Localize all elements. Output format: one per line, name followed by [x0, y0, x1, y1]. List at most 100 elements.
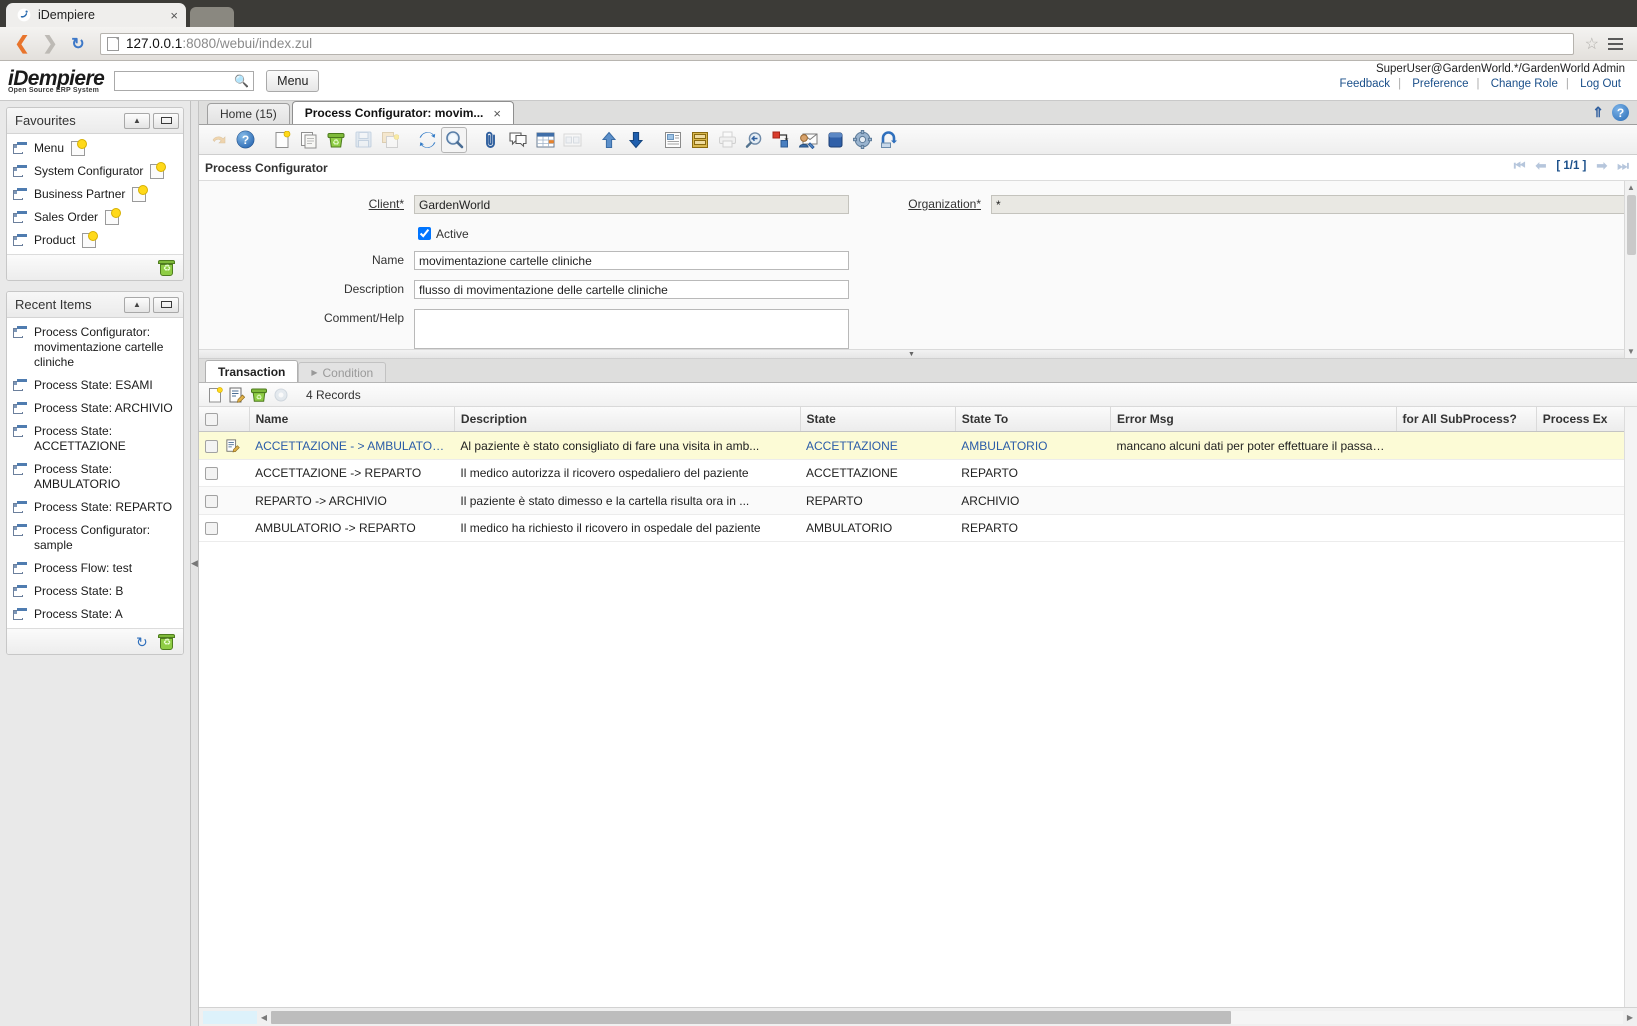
export-icon[interactable] — [768, 127, 794, 153]
exit-icon[interactable] — [876, 127, 902, 153]
copy-icon[interactable] — [377, 127, 403, 153]
new-record-icon[interactable] — [269, 127, 295, 153]
recent-items-collapse-button[interactable]: ▲ — [124, 296, 150, 313]
attachment-icon[interactable] — [478, 127, 504, 153]
recent-item[interactable]: Process State: A — [11, 603, 179, 626]
help-icon[interactable]: ? — [1612, 104, 1629, 121]
recent-item[interactable]: Process State: ESAMI — [11, 374, 179, 397]
select-all-checkbox[interactable] — [205, 413, 218, 427]
archive-icon[interactable] — [687, 127, 713, 153]
grid-vertical-scrollbar[interactable] — [1624, 407, 1637, 1007]
description-input[interactable] — [414, 280, 849, 299]
copy-record-icon[interactable] — [296, 127, 322, 153]
favourite-item-system-configurator[interactable]: System Configurator — [11, 160, 179, 183]
delete-icon[interactable] — [158, 633, 175, 650]
preference-link[interactable]: Preference — [1404, 78, 1476, 90]
recent-item[interactable]: Process State: ACCETTAZIONE — [11, 420, 179, 458]
row-checkbox[interactable] — [205, 494, 218, 508]
reload-icon[interactable]: ↻ — [66, 32, 90, 56]
report-icon[interactable] — [660, 127, 686, 153]
grid-customize-icon[interactable] — [272, 386, 290, 404]
scroll-thumb[interactable] — [1626, 195, 1636, 255]
row-checkbox[interactable] — [205, 467, 218, 481]
help-toolbar-icon[interactable]: ? — [232, 127, 258, 153]
recent-item[interactable]: Process Configurator: sample — [11, 519, 179, 557]
tab-transaction[interactable]: Transaction — [205, 360, 299, 382]
detail-record-icon[interactable] — [623, 127, 649, 153]
window-tab-close-icon[interactable]: × — [493, 106, 501, 121]
table-row[interactable]: ACCETTAZIONE - > AMBULATORIO Al paziente… — [199, 431, 1637, 461]
table-row[interactable]: ACCETTAZIONE -> REPARTO Il medico autori… — [199, 459, 1637, 488]
undo-icon[interactable] — [205, 127, 231, 153]
row-select-cell[interactable] — [199, 431, 250, 461]
chat-note-icon[interactable] — [505, 127, 531, 153]
note-icon[interactable] — [82, 231, 99, 248]
favourite-item-menu[interactable]: Menu — [11, 137, 179, 160]
delete-record-icon[interactable]: ♻ — [323, 127, 349, 153]
find-icon[interactable] — [441, 126, 467, 153]
first-record-icon[interactable]: ⏮ — [1514, 158, 1526, 174]
recent-item[interactable]: Process State: AMBULATORIO — [11, 458, 179, 496]
column-header-state[interactable]: State — [800, 407, 956, 433]
search-icon[interactable]: 🔍 — [234, 74, 249, 88]
active-checkbox[interactable] — [418, 227, 431, 240]
global-search[interactable]: 🔍 — [114, 70, 255, 91]
browser-menu-icon[interactable] — [1604, 37, 1627, 50]
column-header-for-all-subprocess[interactable]: for All SubProcess? — [1396, 407, 1537, 433]
row-checkbox[interactable] — [205, 439, 218, 453]
menu-button[interactable]: Menu — [266, 69, 320, 92]
hscroll-track[interactable] — [271, 1010, 1623, 1024]
sidebar-splitter[interactable]: ◀ — [191, 101, 199, 1026]
grid-toggle-icon[interactable] — [532, 127, 558, 153]
feedback-link[interactable]: Feedback — [1332, 78, 1399, 90]
scroll-down-icon[interactable]: ▼ — [1627, 345, 1635, 358]
forward-icon[interactable]: ❯ — [38, 32, 62, 56]
grid-new-record-icon[interactable] — [206, 386, 224, 404]
table-row[interactable]: AMBULATORIO -> REPARTO Il medico ha rich… — [199, 514, 1637, 543]
form-collapse-handle[interactable]: ▼ — [199, 349, 1624, 358]
archive-record-icon[interactable] — [822, 127, 848, 153]
form-vertical-scrollbar[interactable]: ▲ ▼ — [1624, 181, 1637, 358]
recent-item[interactable]: Process State: B — [11, 580, 179, 603]
table-row[interactable]: REPARTO -> ARCHIVIO Il paziente è stato … — [199, 486, 1637, 515]
parent-record-icon[interactable] — [596, 127, 622, 153]
column-header-error-msg[interactable]: Error Msg — [1110, 407, 1397, 433]
note-icon[interactable] — [105, 208, 122, 225]
browser-tab[interactable]: iDempiere × — [6, 3, 186, 27]
zoom-back-icon[interactable] — [741, 127, 767, 153]
last-record-icon[interactable]: ⏭ — [1617, 158, 1629, 174]
window-tab-home[interactable]: Home (15) — [207, 103, 290, 124]
column-header-state-to[interactable]: State To — [955, 407, 1112, 433]
global-search-input[interactable] — [119, 72, 235, 89]
next-record-icon[interactable]: ➡ — [1596, 158, 1607, 174]
scroll-left-icon[interactable]: ◀ — [257, 1013, 271, 1022]
favourite-item-sales-order[interactable]: Sales Order — [11, 206, 179, 229]
refresh-icon[interactable]: ↻ — [136, 634, 152, 650]
row-select-cell[interactable] — [199, 459, 250, 488]
favourites-maximize-button[interactable] — [153, 112, 179, 129]
recent-items-maximize-button[interactable] — [153, 296, 179, 313]
favourite-item-business-partner[interactable]: Business Partner — [11, 183, 179, 206]
window-tab-process-configurator[interactable]: Process Configurator: movim... × — [291, 101, 514, 124]
scroll-right-icon[interactable]: ▶ — [1623, 1013, 1637, 1022]
grid-edit-record-icon[interactable] — [228, 386, 246, 404]
note-icon[interactable] — [150, 162, 167, 179]
browser-tab-close-icon[interactable]: × — [164, 8, 178, 23]
client-input[interactable] — [414, 195, 849, 214]
row-select-cell[interactable] — [199, 514, 250, 543]
column-header-name[interactable]: Name — [249, 407, 455, 433]
grid-delete-record-icon[interactable]: ♻ — [250, 386, 268, 404]
recent-item[interactable]: Process State: REPARTO — [11, 496, 179, 519]
recent-item[interactable]: Process Configurator: movimentazione car… — [11, 321, 179, 374]
grid-horizontal-scrollbar[interactable]: ◀ ▶ — [199, 1007, 1637, 1026]
hscroll-thumb[interactable] — [271, 1010, 1231, 1024]
print-icon[interactable] — [714, 127, 740, 153]
previous-record-icon[interactable]: ⬅ — [1535, 158, 1546, 174]
settings-gear-icon[interactable] — [849, 127, 875, 153]
comment-help-textarea[interactable] — [414, 309, 849, 349]
refresh-toolbar-icon[interactable] — [414, 127, 440, 153]
back-icon[interactable]: ❮ — [10, 32, 34, 56]
change-role-link[interactable]: Change Role — [1483, 78, 1566, 90]
delete-icon[interactable] — [158, 259, 175, 276]
favourites-collapse-button[interactable]: ▲ — [124, 112, 150, 129]
